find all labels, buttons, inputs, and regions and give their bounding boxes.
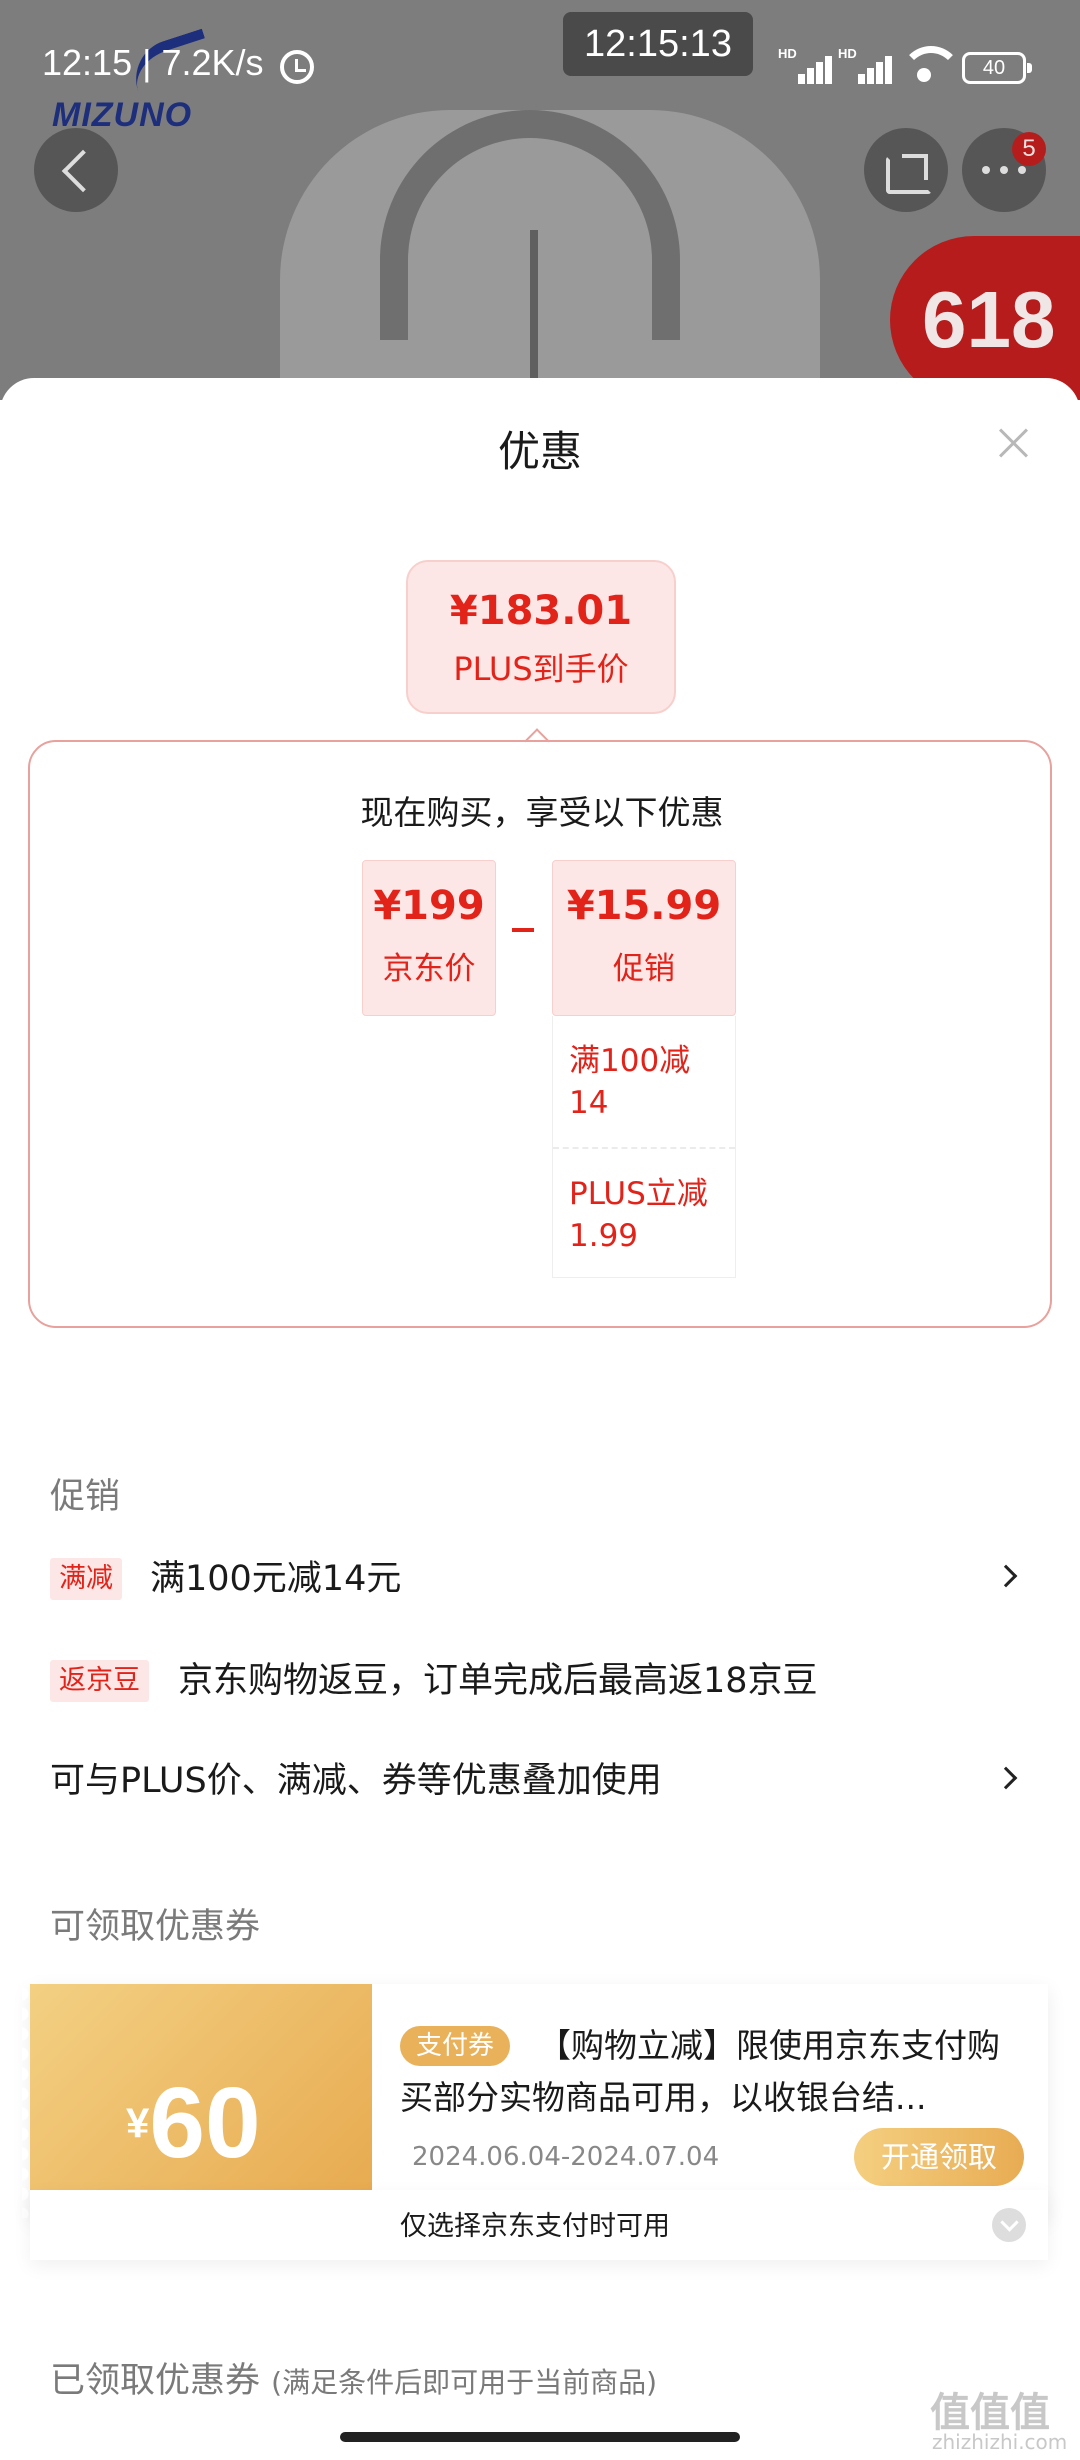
promo-row-jd-beans: 返京豆 京东购物返豆，订单完成后最高返18京豆 [50, 1654, 1030, 1714]
close-icon[interactable] [998, 428, 1028, 458]
promo-price-card: ¥15.99 促销 [552, 860, 736, 1016]
promo-row-full-reduction[interactable]: 满减 满100元减14元 [50, 1552, 1030, 1612]
coupon-date-range: 2024.06.04-2024.07.04 [412, 2142, 720, 2172]
promo-detail-item: PLUS立减1.99 [553, 1147, 735, 1278]
coupon-currency: ¥ [126, 2099, 150, 2147]
share-button[interactable] [864, 128, 948, 212]
final-price-label: PLUS到手价 [453, 650, 629, 688]
status-speed: 7.2K/s [161, 42, 264, 83]
clock-overlay: 12:15:13 [563, 12, 753, 76]
coupon-tag: 支付券 [400, 2026, 511, 2066]
status-time: 12:15 [42, 42, 133, 83]
coupon-amount-panel: ¥60 [22, 1984, 372, 2218]
final-price-box: ¥183.01 PLUS到手价 [406, 560, 676, 714]
back-button[interactable] [34, 128, 118, 212]
promo-price: ¥15.99 [566, 883, 722, 929]
chevron-right-icon [994, 1564, 1018, 1588]
minus-sign [512, 928, 534, 932]
more-icon [982, 166, 1026, 174]
alarm-icon [280, 50, 314, 84]
status-time-speed: 12:15 | 7.2K/s [42, 42, 264, 83]
promo-detail-item: 满100减14 [569, 1043, 691, 1121]
status-bar: 12:15 | 7.2K/s 12:15:13 HD HD 40 [0, 0, 1080, 130]
coupon-card: ¥60 【购物立减】限使用京东支付购买部分实物商品可用，以收银台结... 支付券… [22, 1984, 1048, 2218]
promo-tag: 满减 [50, 1558, 122, 1600]
battery-icon: 40 [962, 52, 1032, 84]
sale-badge-618: 618 [890, 236, 1080, 400]
promo-text: 满100元减14元 [150, 1559, 402, 1599]
promo-detail-list: 满100减14 PLUS立减1.99 [552, 1016, 736, 1278]
promo-tag: 返京豆 [50, 1660, 149, 1702]
sheet-title: 优惠 [497, 427, 582, 476]
coupons-section-title: 可领取优惠券 [50, 1907, 261, 1947]
claimed-coupons-title: 已领取优惠券 (满足条件后即可用于当前商品) [50, 2352, 657, 2403]
breakdown-heading: 现在购买，享受以下优惠 [360, 793, 724, 832]
wifi-icon [900, 46, 962, 86]
claimed-title-text: 已领取优惠券 [50, 2361, 261, 2401]
promotions-section-title: 促销 [50, 1477, 121, 1517]
jacket-zip [530, 230, 538, 400]
coupon-footer: 仅选择京东支付时可用 [30, 2190, 1048, 2260]
promo-price-label: 促销 [613, 951, 675, 987]
promo-text: 京东购物返豆，订单完成后最高返18京豆 [178, 1661, 818, 1701]
signal-icon-2: HD [838, 46, 894, 84]
coupon-amount: ¥60 [126, 2066, 261, 2181]
claimed-subtitle: (满足条件后即可用于当前商品) [271, 2366, 658, 2399]
claim-coupon-button[interactable]: 开通领取 [854, 2128, 1024, 2186]
hd-label: HD [778, 46, 797, 61]
promo-row-stackable[interactable]: 可与PLUS价、满减、券等优惠叠加使用 [50, 1754, 1030, 1814]
coupon-value: 60 [149, 2067, 261, 2179]
coupon-note: 仅选择京东支付时可用 [400, 2211, 670, 2242]
jd-price-card: ¥199 京东价 [362, 860, 496, 1016]
final-price: ¥183.01 [449, 588, 633, 634]
jd-price: ¥199 [373, 883, 485, 929]
price-breakdown: 现在购买，享受以下优惠 ¥199 京东价 ¥15.99 促销 满100减14 P… [28, 740, 1052, 1328]
home-indicator[interactable] [340, 2432, 740, 2442]
jd-price-label: 京东价 [382, 951, 476, 987]
signal-icon: HD [778, 46, 834, 84]
watermark-domain: zhizhizhi.com [932, 2430, 1068, 2454]
chevron-right-icon [994, 1766, 1018, 1790]
hd-label-2: HD [838, 46, 857, 61]
expand-icon[interactable] [992, 2208, 1026, 2242]
promo-text: 可与PLUS价、满减、券等优惠叠加使用 [50, 1761, 662, 1801]
notification-badge: 5 [1012, 132, 1046, 166]
